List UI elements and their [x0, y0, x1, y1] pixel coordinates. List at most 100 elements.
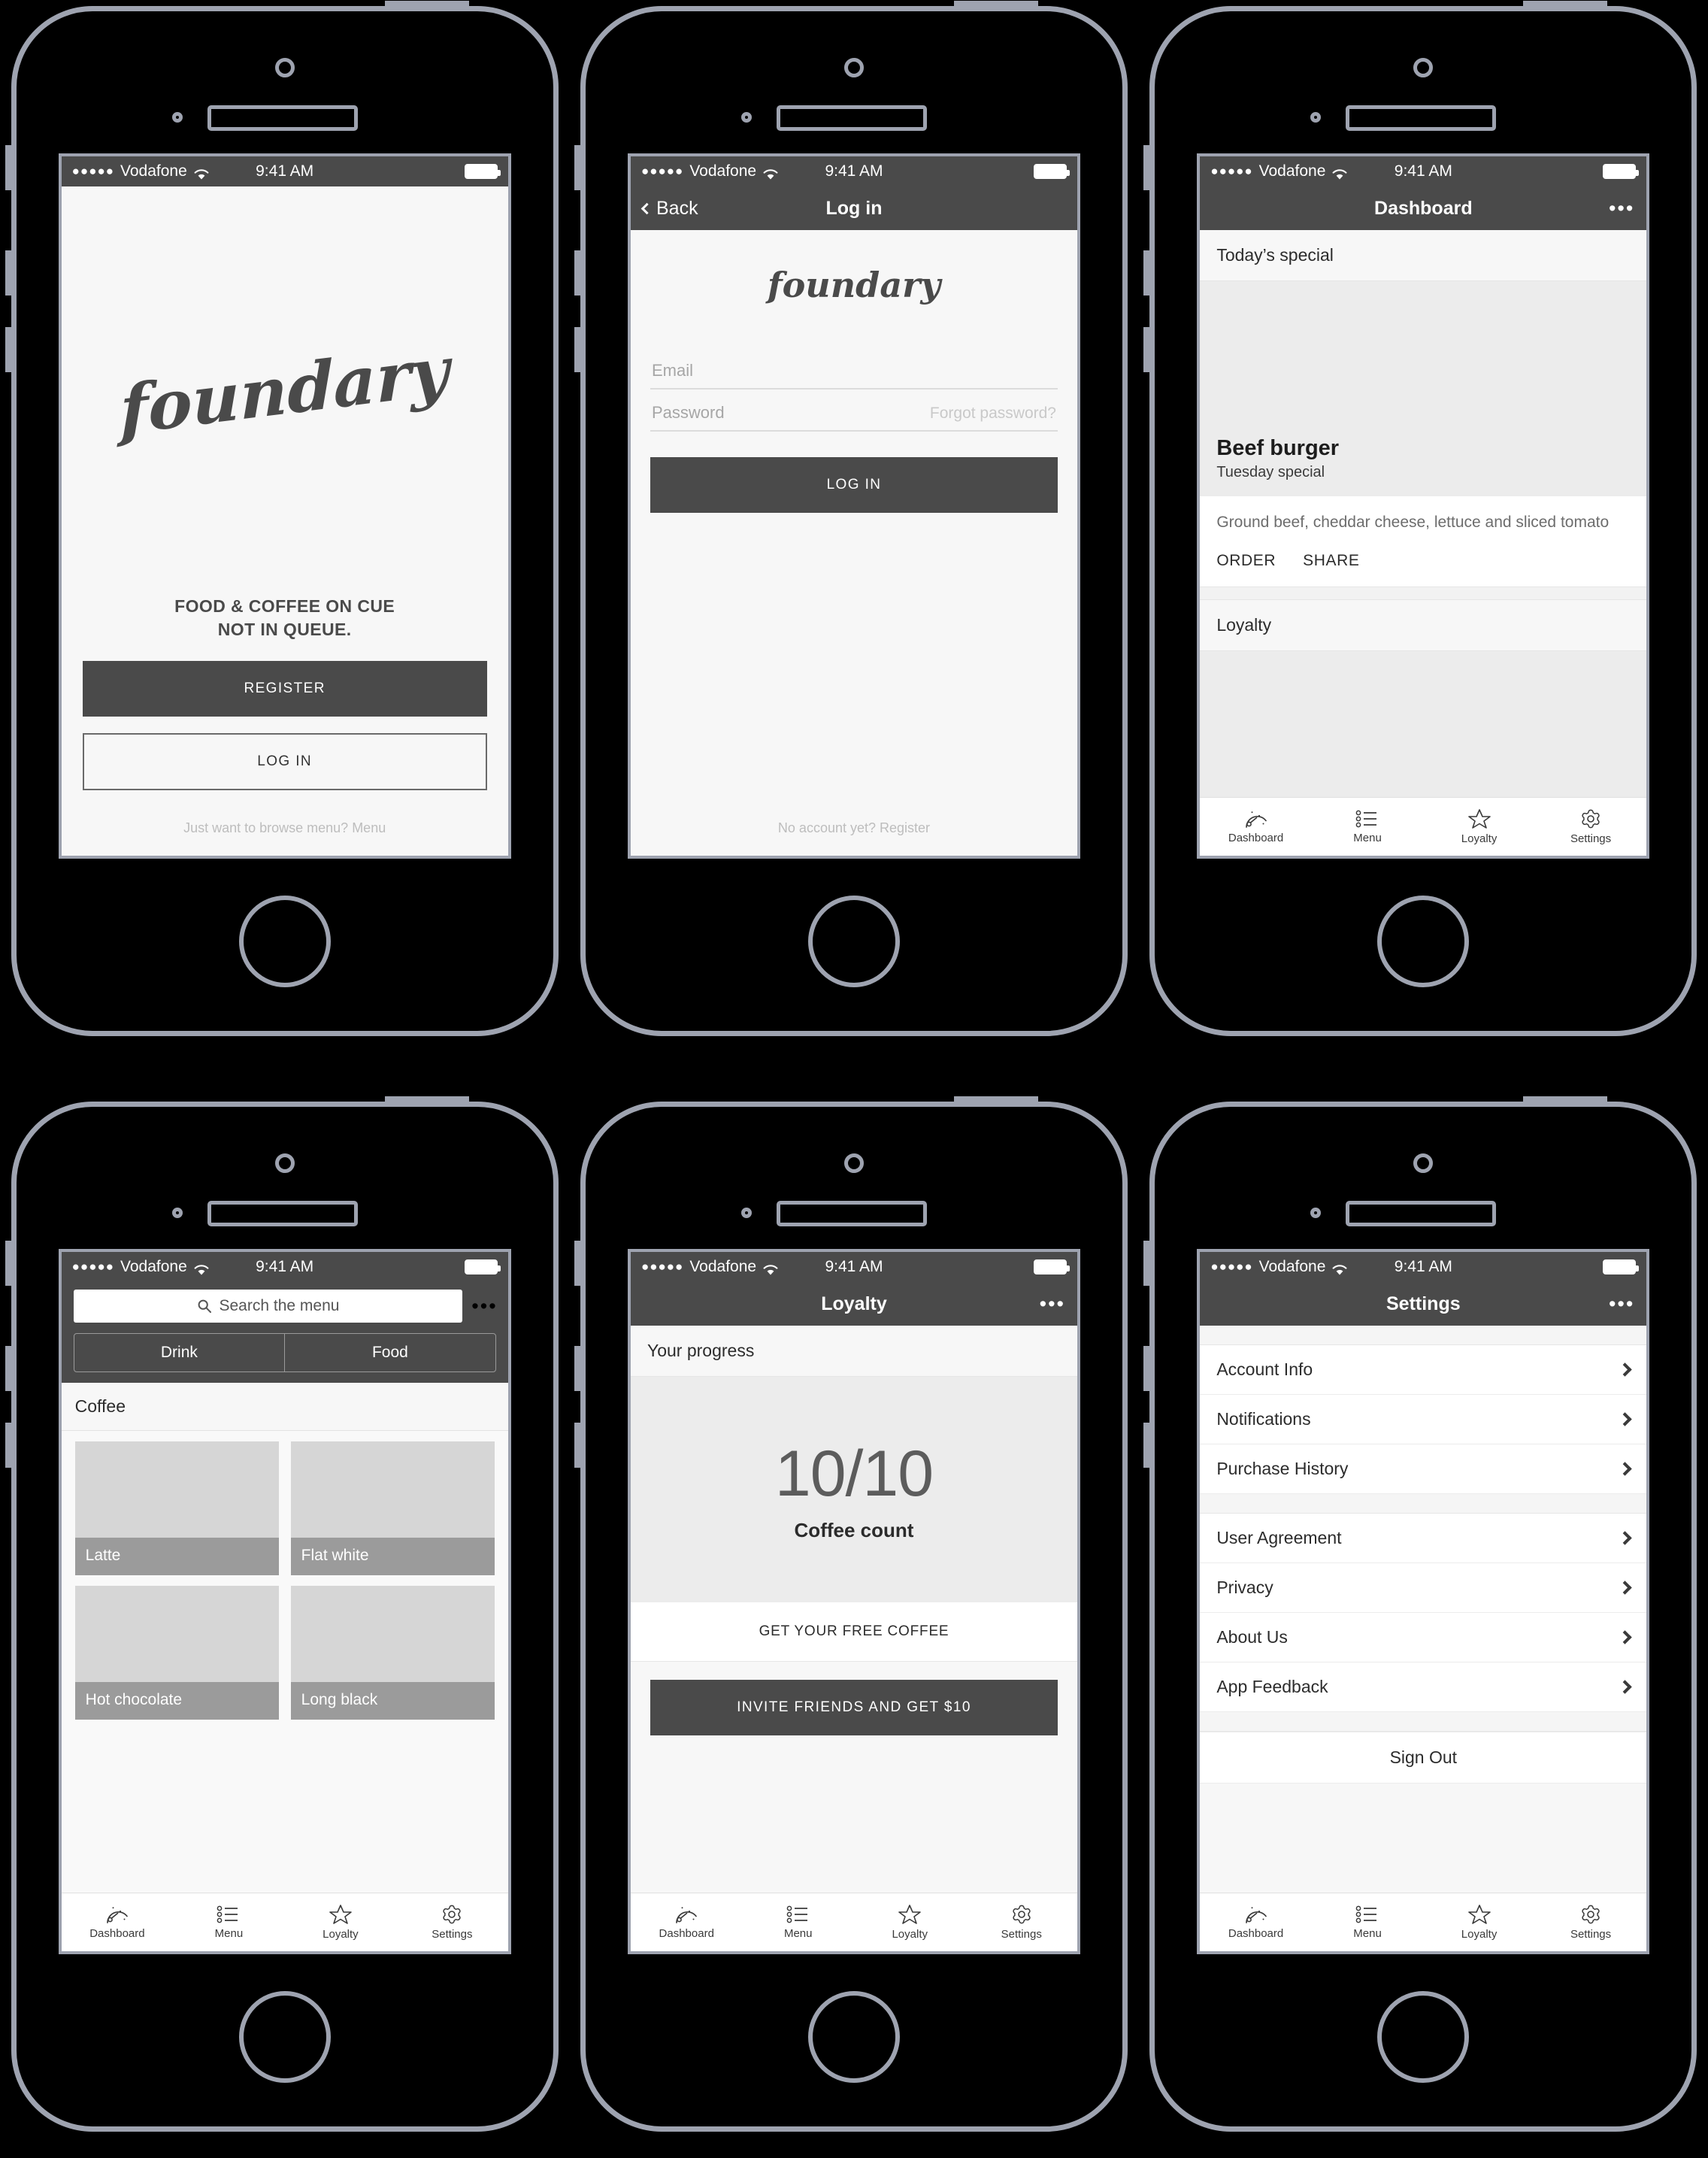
login-submit-button[interactable]: LOG IN — [650, 457, 1058, 513]
home-button[interactable] — [807, 896, 900, 987]
wifi-icon — [1331, 167, 1348, 180]
settings-row-privacy[interactable]: Privacy — [1200, 1563, 1647, 1613]
volume-up-button[interactable] — [5, 1346, 14, 1391]
proximity-sensor-icon — [740, 1208, 752, 1218]
segment-drink[interactable]: Drink — [74, 1334, 285, 1371]
settings-row-account-info[interactable]: Account Info — [1200, 1345, 1647, 1395]
volume-down-button[interactable] — [1143, 327, 1152, 372]
email-field[interactable]: Email — [650, 347, 1058, 389]
tab-dashboard[interactable]: Dashboard — [1200, 798, 1312, 856]
overflow-menu-icon[interactable]: ••• — [1609, 198, 1634, 218]
tab-label: Dashboard — [659, 1927, 714, 1940]
home-button[interactable] — [238, 896, 331, 987]
settings-row-purchase-history[interactable]: Purchase History — [1200, 1444, 1647, 1494]
screen-login: ●●●●● Vodafone 9:41 AM Back Log in found… — [627, 153, 1080, 859]
phone-cell-menu: ●●●●● Vodafone 9:41 AM Search the menu •… — [0, 1079, 569, 2158]
tab-settings[interactable]: Settings — [396, 1893, 508, 1951]
silent-switch[interactable] — [1143, 1241, 1152, 1286]
tab-settings[interactable]: Settings — [1535, 1893, 1647, 1951]
power-button[interactable] — [384, 1, 469, 8]
segment-food[interactable]: Food — [284, 1334, 495, 1371]
back-button[interactable]: Back — [640, 198, 698, 220]
volume-down-button[interactable] — [5, 1423, 14, 1468]
wifi-icon — [762, 1262, 779, 1275]
settings-row-app-feedback[interactable]: App Feedback — [1200, 1662, 1647, 1712]
overflow-menu-icon[interactable]: ••• — [1609, 1293, 1634, 1314]
volume-up-button[interactable] — [5, 250, 14, 296]
home-button[interactable] — [1377, 896, 1470, 987]
menu-tile[interactable]: Hot chocolate — [74, 1586, 279, 1720]
invite-friends-button[interactable]: INVITE FRIENDS AND GET $10 — [650, 1680, 1058, 1735]
menu-tile-label: Latte — [74, 1538, 279, 1575]
settings-row-about-us[interactable]: About Us — [1200, 1613, 1647, 1662]
get-free-coffee-button[interactable]: GET YOUR FREE COFFEE — [630, 1602, 1077, 1662]
menu-tile[interactable]: Latte — [74, 1441, 279, 1575]
volume-down-button[interactable] — [5, 327, 14, 372]
power-button[interactable] — [384, 1096, 469, 1104]
volume-up-button[interactable] — [1143, 1346, 1152, 1391]
tab-label: Loyalty — [892, 1928, 928, 1941]
tab-menu[interactable]: Menu — [742, 1893, 854, 1951]
register-button[interactable]: REGISTER — [82, 661, 487, 717]
earpiece-speaker — [1346, 1201, 1497, 1226]
carrier-label: Vodafone — [689, 162, 757, 180]
order-button[interactable]: ORDER — [1216, 552, 1276, 570]
volume-up-button[interactable] — [574, 1346, 583, 1391]
settings-row-label: App Feedback — [1216, 1677, 1328, 1696]
login-button[interactable]: LOG IN — [82, 733, 487, 790]
tab-loyalty[interactable]: Loyalty — [854, 1893, 966, 1951]
screen-dashboard: ●●●●● Vodafone 9:41 AM Dashboard ••• Tod… — [1197, 153, 1650, 859]
overflow-menu-icon[interactable]: ••• — [471, 1296, 497, 1316]
battery-icon — [1033, 164, 1070, 179]
silent-switch[interactable] — [574, 1241, 583, 1286]
power-button[interactable] — [953, 1096, 1038, 1104]
page-title: Loyalty — [821, 1293, 887, 1314]
tab-loyalty[interactable]: Loyalty — [1423, 1893, 1535, 1951]
home-button[interactable] — [1377, 1991, 1470, 2083]
home-button[interactable] — [238, 1991, 331, 2083]
settings-row-user-agreement[interactable]: User Agreement — [1200, 1514, 1647, 1563]
share-button[interactable]: SHARE — [1303, 552, 1359, 570]
volume-down-button[interactable] — [574, 327, 583, 372]
power-button[interactable] — [953, 1, 1038, 8]
password-field[interactable]: Password Forgot password? — [650, 389, 1058, 432]
silent-switch[interactable] — [5, 145, 14, 190]
register-link[interactable]: No account yet? Register — [631, 790, 1077, 856]
tab-settings[interactable]: Settings — [965, 1893, 1077, 1951]
tab-loyalty[interactable]: Loyalty — [285, 1893, 397, 1951]
home-button[interactable] — [807, 1991, 900, 2083]
tab-label: Menu — [783, 1927, 813, 1940]
settings-row-notifications[interactable]: Notifications — [1200, 1395, 1647, 1444]
tab-menu[interactable]: Menu — [173, 1893, 285, 1951]
tab-settings[interactable]: Settings — [1535, 798, 1647, 856]
tab-loyalty[interactable]: Loyalty — [1423, 798, 1535, 856]
sign-out-button[interactable]: Sign Out — [1200, 1732, 1647, 1784]
volume-up-button[interactable] — [574, 250, 583, 296]
wifi-icon — [193, 167, 210, 180]
menu-tile[interactable]: Flat white — [290, 1441, 495, 1575]
tab-menu[interactable]: Menu — [1312, 1893, 1424, 1951]
power-button[interactable] — [1523, 1, 1608, 8]
phone-top-hardware — [17, 50, 553, 141]
browse-menu-link[interactable]: Just want to browse menu? Menu — [62, 790, 508, 856]
volume-down-button[interactable] — [1143, 1423, 1152, 1468]
signal-strength-icon: ●●●●● — [1210, 164, 1253, 178]
special-subtitle: Tuesday special — [1216, 464, 1325, 480]
star-icon — [1467, 1905, 1491, 1924]
tab-dashboard[interactable]: Dashboard — [62, 1893, 174, 1951]
volume-up-button[interactable] — [1143, 250, 1152, 296]
silent-switch[interactable] — [1143, 145, 1152, 190]
silent-switch[interactable] — [574, 145, 583, 190]
tab-dashboard[interactable]: Dashboard — [1200, 1893, 1312, 1951]
overflow-menu-icon[interactable]: ••• — [1040, 1293, 1065, 1314]
silent-switch[interactable] — [5, 1241, 14, 1286]
search-input[interactable]: Search the menu — [73, 1290, 463, 1323]
front-camera-icon — [1413, 58, 1434, 77]
volume-down-button[interactable] — [574, 1423, 583, 1468]
power-button[interactable] — [1523, 1096, 1608, 1104]
forgot-password-link[interactable]: Forgot password? — [930, 405, 1056, 423]
tab-dashboard[interactable]: Dashboard — [631, 1893, 743, 1951]
tagline: FOOD & COFFEE ON CUE NOT IN QUEUE. — [62, 595, 508, 641]
tab-menu[interactable]: Menu — [1312, 798, 1424, 856]
menu-tile[interactable]: Long black — [290, 1586, 495, 1720]
